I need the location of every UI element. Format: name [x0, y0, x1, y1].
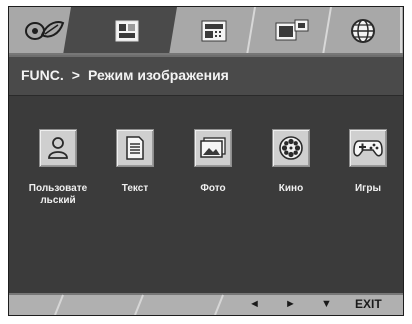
mode-game[interactable]: Игры	[335, 129, 401, 195]
mode-movie-label: Кино	[278, 183, 304, 194]
breadcrumb: FUNC. > Режим изображения	[9, 55, 403, 96]
tab-bar	[9, 7, 403, 55]
mode-text[interactable]: Текст	[102, 129, 168, 195]
document-icon	[126, 136, 144, 160]
mode-movie[interactable]: Кино	[258, 129, 324, 195]
photo-icon	[200, 137, 226, 158]
mode-photo-tile[interactable]	[194, 129, 232, 167]
mode-user-tile[interactable]	[39, 129, 77, 167]
mode-movie-tile[interactable]	[272, 129, 310, 167]
eye-leaf-icon	[25, 21, 65, 40]
person-icon	[48, 137, 68, 159]
breadcrumb-section: FUNC.	[21, 67, 64, 83]
nav-left-button[interactable]: ◄	[249, 298, 260, 310]
footer-bar: ◄ ► ▼ EXIT	[9, 293, 403, 315]
mode-text-label: Текст	[121, 183, 149, 194]
film-reel-icon	[279, 136, 303, 160]
pip-icon	[275, 19, 309, 41]
mode-photo-label: Фото	[200, 183, 226, 194]
mode-text-tile[interactable]	[116, 129, 154, 167]
exit-button[interactable]: EXIT	[355, 297, 382, 311]
page-title: Режим изображения	[87, 67, 229, 83]
function-icon	[201, 20, 227, 42]
breadcrumb-separator: >	[71, 67, 80, 83]
mode-photo[interactable]: Фото	[180, 129, 246, 195]
nav-right-button[interactable]: ►	[285, 298, 296, 310]
mode-game-label: Игры	[354, 183, 381, 194]
picture-mode-icon	[115, 20, 139, 42]
nav-down-button[interactable]: ▼	[321, 298, 332, 310]
mode-user-label: Пользовате льский	[28, 183, 88, 206]
mode-game-tile[interactable]	[349, 129, 387, 167]
gamepad-icon	[353, 140, 383, 157]
osd-menu: FUNC. > Режим изображения Пользовате льски…	[8, 6, 404, 316]
globe-icon	[351, 19, 375, 43]
mode-user[interactable]: Пользовате льский	[25, 129, 91, 207]
